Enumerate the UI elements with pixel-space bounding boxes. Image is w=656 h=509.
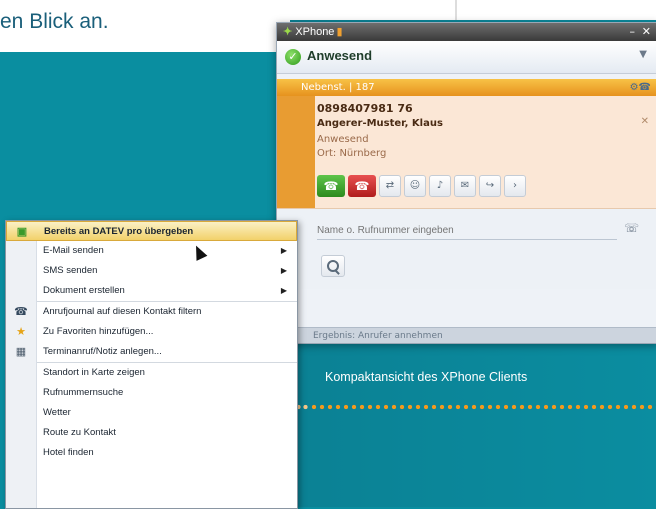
context-menu: ▣ Bereits an DATEV pro übergeben E-Mail … (5, 220, 298, 509)
hold-icon[interactable]: ♪ (429, 175, 451, 197)
menu-item-appointment[interactable]: ▦ Terminanruf/Notiz anlegen... (6, 342, 297, 362)
line-settings-icon[interactable]: ⚙☎ (630, 79, 651, 96)
headline-text: en Blick an. (0, 10, 109, 33)
search-area: ☏ (277, 209, 656, 289)
menu-item-weather[interactable]: Wetter (6, 403, 297, 423)
line-label: Nebenst. | 187 (301, 82, 375, 93)
submenu-arrow-icon: ▶ (280, 286, 287, 295)
menu-item-map[interactable]: Standort in Karte zeigen (6, 363, 297, 383)
title-accent: ▮ (336, 26, 343, 38)
menu-item-call-journal[interactable]: ☎ Anrufjournal auf diesen Kontakt filter… (6, 302, 297, 322)
menu-item-label: Dokument erstellen (43, 285, 125, 296)
menu-item-label: Anrufjournal auf diesen Kontakt filtern (43, 306, 202, 317)
menu-item-route[interactable]: Route zu Kontakt (6, 423, 297, 443)
minimize-icon[interactable]: – (630, 23, 636, 41)
menu-item-datev[interactable]: ▣ Bereits an DATEV pro übergeben (6, 221, 297, 241)
menu-item-email[interactable]: E-Mail senden ▶ (6, 241, 297, 261)
menu-item-label: Zu Favoriten hinzufügen... (43, 326, 154, 337)
menu-item-favorites[interactable]: ★ Zu Favoriten hinzufügen... (6, 322, 297, 342)
menu-item-number-search[interactable]: Rufnummernsuche (6, 383, 297, 403)
xphone-logo-icon: ✦ (283, 26, 293, 38)
datev-icon: ▣ (16, 226, 28, 238)
contact-name: Angerer-Muster, Klaus (317, 118, 443, 129)
contact-number: 0898407981 76 (317, 102, 413, 115)
line-bar: Nebenst. | 187 ⚙☎ (277, 79, 656, 96)
contact-location: Ort: Nürnberg (317, 148, 387, 159)
forward-icon[interactable]: ↪ (479, 175, 501, 197)
menu-item-label: Hotel finden (43, 447, 94, 458)
contact-card[interactable]: 0898407981 76 Angerer-Muster, Klaus Anwe… (277, 96, 656, 209)
chevron-down-icon[interactable]: ▼ (639, 49, 647, 60)
xphone-title: ✦ XPhone ▮ (283, 26, 343, 38)
answer-call-button[interactable]: ☎ (317, 175, 345, 197)
presence-label: Anwesend (307, 48, 373, 63)
submenu-arrow-icon: ▶ (280, 246, 287, 255)
search-button[interactable] (321, 255, 345, 277)
menu-item-label: E-Mail senden (43, 245, 104, 256)
menu-item-document[interactable]: Dokument erstellen ▶ (6, 281, 297, 301)
star-icon: ★ (16, 326, 26, 338)
menu-item-sms[interactable]: SMS senden ▶ (6, 261, 297, 281)
dotted-line (310, 404, 656, 410)
menu-item-label: Terminanruf/Notiz anlegen... (43, 346, 162, 357)
conference-icon[interactable]: ☺ (404, 175, 426, 197)
hangup-call-button[interactable]: ☎ (348, 175, 376, 197)
chat-icon[interactable]: ✉ (454, 175, 476, 197)
search-icon-handle (334, 269, 340, 275)
menu-item-label: SMS senden (43, 265, 98, 276)
presence-bar[interactable]: ✓ Anwesend ▼ (277, 41, 656, 74)
calendar-icon: ▦ (15, 346, 27, 358)
status-bar: Ergebnis: Anrufer annehmen (277, 327, 656, 343)
more-icon[interactable]: › (504, 175, 526, 197)
xphone-titlebar[interactable]: ✦ XPhone ▮ – ✕ (277, 23, 656, 41)
search-input[interactable] (317, 221, 617, 240)
menu-item-label: Bereits an DATEV pro übergeben (44, 226, 194, 237)
address-book-icon[interactable]: ☏ (624, 221, 639, 235)
caption-text: Kompaktansicht des XPhone Clients (325, 370, 528, 384)
xphone-window: ✦ XPhone ▮ – ✕ ✓ Anwesend ▼ Nebenst. | 18… (276, 22, 656, 344)
dismiss-icon[interactable]: ✕ (641, 116, 649, 127)
menu-item-label: Wetter (43, 407, 71, 418)
submenu-arrow-icon: ▶ (280, 266, 287, 275)
menu-item-label: Rufnummernsuche (43, 387, 124, 398)
contact-status-strip (277, 96, 315, 208)
transfer-icon[interactable]: ⇄ (379, 175, 401, 197)
close-icon[interactable]: ✕ (642, 23, 651, 41)
call-action-row: ☎ ☎ ⇄ ☺ ♪ ✉ ↪ › (317, 175, 526, 197)
menu-item-label: Route zu Kontakt (43, 427, 116, 438)
contact-status: Anwesend (317, 134, 369, 145)
presence-check-icon: ✓ (285, 49, 301, 65)
header-band-right (455, 0, 656, 20)
menu-item-label: Standort in Karte zeigen (43, 367, 145, 378)
phone-icon: ☎ (14, 306, 28, 318)
menu-item-hotel[interactable]: Hotel finden (6, 443, 297, 463)
